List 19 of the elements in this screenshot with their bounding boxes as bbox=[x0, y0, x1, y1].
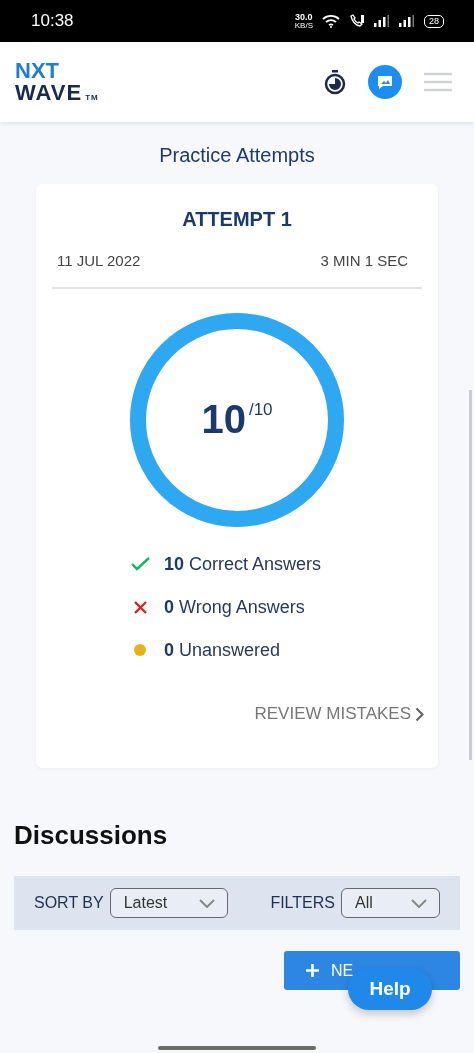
speed-unit: KB/S bbox=[294, 21, 313, 30]
dropdown-label: SORT BY bbox=[34, 894, 104, 912]
logo-text: NXT bbox=[15, 60, 60, 82]
clock-time: 10:38 bbox=[31, 11, 75, 31]
result-text: 0 Wrong Answers bbox=[164, 596, 305, 618]
battery-level: 28 bbox=[424, 14, 444, 28]
logo-text: WAVE bbox=[15, 82, 83, 104]
attempt-title: ATTEMPT 1 bbox=[182, 208, 292, 231]
score-total: /10 bbox=[248, 400, 273, 419]
network-speed: 30.0 bbox=[295, 12, 313, 22]
attempt-date: 11 JUL 2022 bbox=[57, 252, 141, 269]
result-text: 0 Unanswered bbox=[164, 639, 281, 661]
section-title: Practice Attempts bbox=[159, 144, 315, 167]
trademark-mark: TM bbox=[85, 94, 99, 102]
result-text: 10 Correct Answers bbox=[164, 553, 322, 575]
section-heading: Discussions bbox=[14, 820, 169, 851]
score-value: 10 bbox=[201, 397, 246, 441]
dropdown-label: FILTERS bbox=[270, 894, 335, 912]
attempt-duration: 3 MIN 1 SEC bbox=[320, 252, 408, 269]
